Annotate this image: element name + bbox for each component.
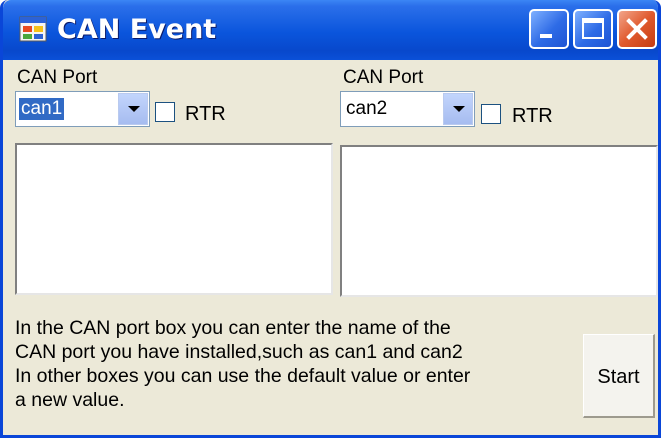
maximize-icon — [582, 18, 604, 39]
chevron-down-icon — [453, 106, 465, 112]
instruction-line: CAN port you have installed,such as can1… — [15, 341, 463, 363]
right-combo-dropdown-button[interactable] — [443, 93, 473, 125]
close-icon — [626, 18, 648, 40]
maximize-button[interactable] — [573, 9, 613, 49]
instruction-line: In other boxes you can use the default v… — [15, 365, 471, 387]
right-port-combobox[interactable]: can2 — [340, 91, 475, 127]
start-button[interactable]: Start — [583, 334, 655, 418]
title-bar[interactable]: CAN Event — [3, 0, 658, 60]
instruction-line: In the CAN port box you can enter the na… — [15, 317, 451, 339]
right-port-label: CAN Port — [343, 67, 424, 88]
right-port-value[interactable]: can2 — [344, 98, 389, 120]
window-title: CAN Event — [57, 14, 217, 45]
close-button[interactable] — [617, 9, 657, 49]
left-rtr-label[interactable]: RTR — [185, 103, 226, 125]
minimize-button[interactable] — [529, 9, 569, 49]
right-rtr-checkbox[interactable] — [481, 104, 501, 124]
instructions-text: In the CAN port box you can enter the na… — [15, 316, 570, 412]
left-port-label: CAN Port — [17, 67, 98, 88]
instruction-line: a new value. — [15, 389, 125, 411]
left-rtr-checkbox[interactable] — [155, 102, 175, 122]
left-combo-dropdown-button[interactable] — [118, 93, 148, 125]
app-window-icon — [19, 16, 47, 42]
right-rtr-label[interactable]: RTR — [512, 105, 553, 127]
left-port-combobox[interactable]: can1 — [15, 91, 150, 127]
can-event-window: CAN Event CAN Port can1 RTR CAN Port can… — [0, 0, 661, 438]
chevron-down-icon — [128, 106, 140, 112]
left-port-value[interactable]: can1 — [19, 98, 65, 120]
right-message-box[interactable] — [340, 145, 658, 297]
left-message-box[interactable] — [15, 143, 333, 295]
minimize-icon — [540, 34, 552, 38]
